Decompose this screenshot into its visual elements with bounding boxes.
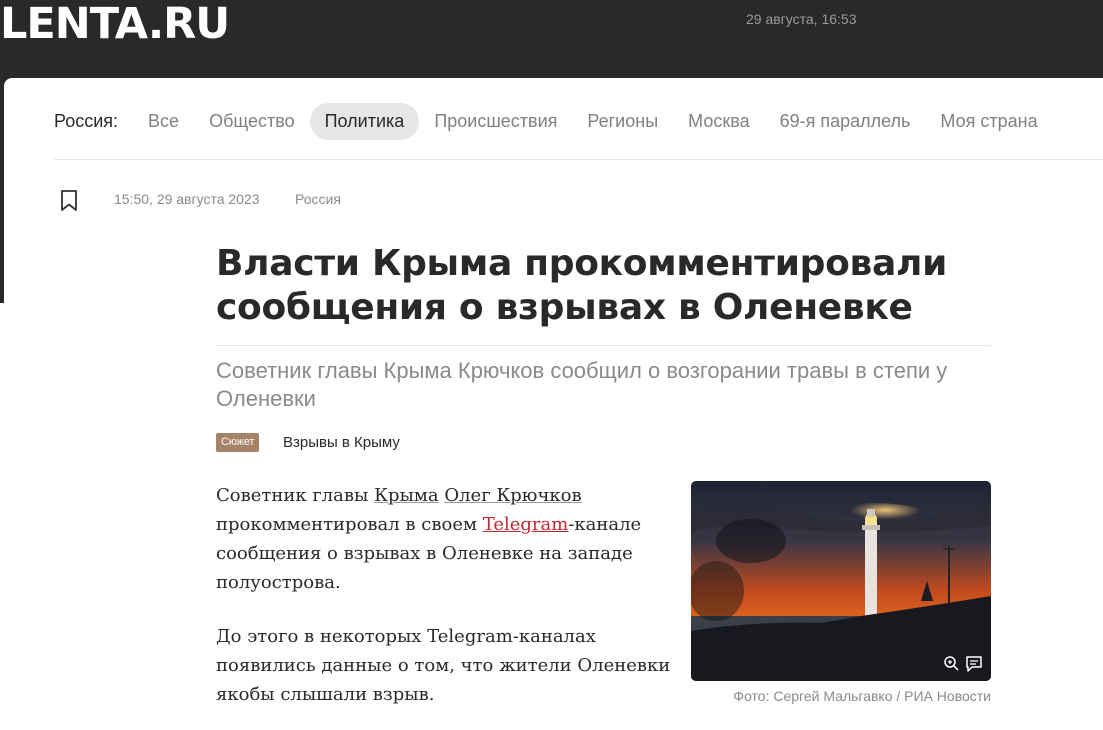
- top-bar: LENTA.RU 29 августа, 16:53: [0, 0, 1103, 78]
- nav-label: Россия:: [54, 110, 119, 131]
- nav-divider: [54, 159, 1103, 160]
- story-link[interactable]: Взрывы в Крыму: [283, 434, 400, 451]
- zoom-in-icon[interactable]: [943, 655, 961, 673]
- paragraph-2: До этого в некоторых Telegram-каналах по…: [216, 626, 671, 705]
- title-divider: [216, 345, 991, 346]
- photo-caption: Фото: Сергей Мальгавко / РИА Новости: [733, 688, 991, 704]
- nav-item-69-parallel[interactable]: 69-я параллель: [765, 103, 926, 140]
- rubric-nav: Россия: Все Общество Политика Происшеств…: [54, 102, 1053, 140]
- paragraph-1: Советник главы Крыма Олег Крючков проком…: [216, 485, 642, 593]
- article-title: Власти Крыма прокомментировали сообщения…: [216, 243, 948, 328]
- nav-item-moscow[interactable]: Москва: [673, 103, 764, 140]
- link-crimea[interactable]: Крыма: [374, 485, 439, 506]
- site-logo[interactable]: LENTA.RU: [0, 0, 230, 54]
- article-body: Советник главы Крыма Олег Крючков проком…: [216, 481, 676, 730]
- article-subtitle: Советник главы Крыма Крючков сообщил о в…: [216, 358, 948, 411]
- article-rubric-link[interactable]: Россия: [295, 191, 341, 207]
- nav-item-society[interactable]: Общество: [194, 103, 310, 140]
- header-datetime: 29 августа, 16:53: [746, 11, 857, 27]
- article-time: 15:50, 29 августа 2023: [114, 191, 260, 207]
- nav-item-politics[interactable]: Политика: [309, 102, 420, 140]
- story-badge: Сюжет: [216, 433, 260, 452]
- article-photo[interactable]: [691, 481, 991, 681]
- photo-tools: [943, 655, 983, 673]
- link-oleg-kryuchkov[interactable]: Олег Крючков: [444, 485, 581, 506]
- comment-icon[interactable]: [965, 655, 983, 673]
- nav-item-all[interactable]: Все: [133, 103, 194, 140]
- nav-item-regions[interactable]: Регионы: [572, 103, 673, 140]
- bookmark-icon[interactable]: [59, 189, 79, 213]
- nav-item-my-country[interactable]: Моя страна: [925, 103, 1052, 140]
- link-telegram[interactable]: Telegram: [483, 514, 569, 535]
- nav-item-incidents[interactable]: Происшествия: [419, 103, 572, 140]
